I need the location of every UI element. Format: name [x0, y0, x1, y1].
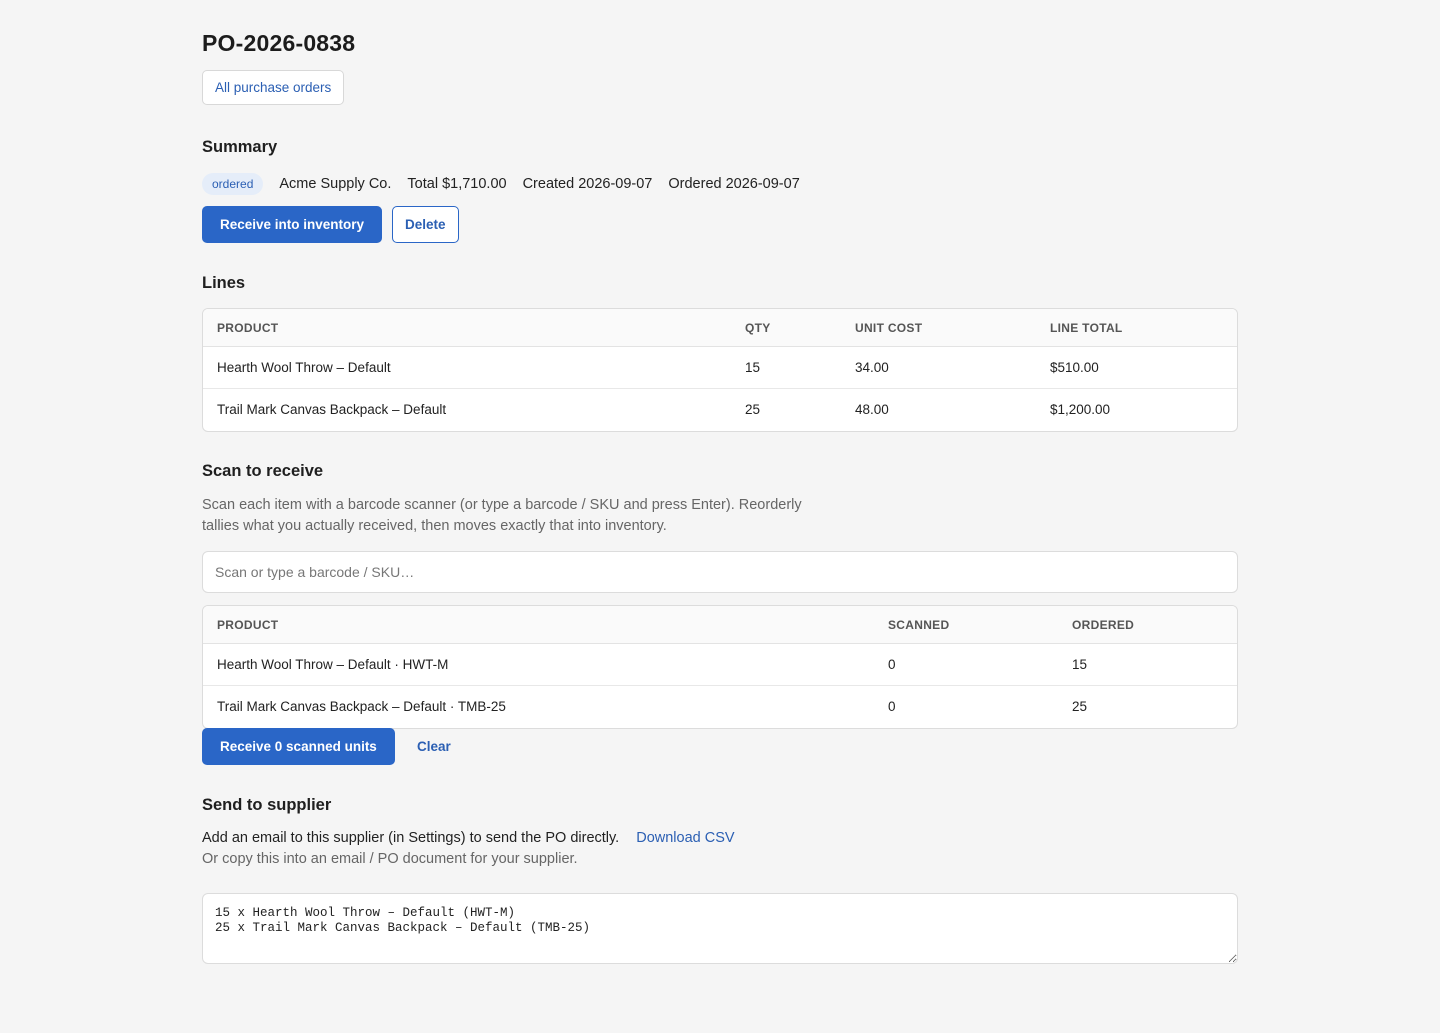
- receive-into-inventory-button[interactable]: Receive into inventory: [202, 206, 383, 243]
- line-product: Hearth Wool Throw – Default: [217, 360, 391, 375]
- barcode-input[interactable]: [202, 551, 1238, 593]
- page-title: PO-2026-0838: [202, 30, 356, 56]
- scan-help-text: Scan each item with a barcode scanner (o…: [202, 497, 802, 534]
- table-header: PRODUCT SCANNED ORDERED: [203, 606, 1237, 644]
- scan-table: PRODUCT SCANNED ORDERED Hearth Wool Thro…: [202, 605, 1238, 729]
- send-to-supplier-heading: Send to supplier: [202, 796, 332, 814]
- summary-heading: Summary: [202, 138, 278, 156]
- scan-product: Hearth Wool Throw – Default · HWT-M: [217, 657, 449, 672]
- table-row: Trail Mark Canvas Backpack – Default 25 …: [203, 389, 1237, 431]
- line-unit-cost: 48.00: [855, 402, 889, 417]
- clear-button[interactable]: Clear: [417, 739, 451, 754]
- lines-table: PRODUCT QTY UNIT COST LINE TOTAL Hearth …: [202, 308, 1238, 432]
- column-header-unit-cost: UNIT COST: [855, 321, 923, 335]
- table-row: Hearth Wool Throw – Default · HWT-M 0 15: [203, 644, 1237, 686]
- scan-product: Trail Mark Canvas Backpack – Default · T…: [217, 699, 506, 714]
- ordered-count: 15: [1072, 657, 1088, 672]
- table-row: Trail Mark Canvas Backpack – Default · T…: [203, 686, 1237, 728]
- delete-button[interactable]: Delete: [392, 206, 459, 243]
- column-header-product: PRODUCT: [217, 618, 279, 632]
- supplier-name: Acme Supply Co.: [279, 176, 392, 192]
- line-qty: 25: [745, 402, 761, 417]
- scan-heading: Scan to receive: [202, 462, 324, 480]
- supplier-copy-note: Or copy this into an email / PO document…: [202, 851, 578, 867]
- table-row: Hearth Wool Throw – Default 15 34.00 $51…: [203, 347, 1237, 389]
- ordered-count: 25: [1072, 699, 1088, 714]
- supplier-email-note: Add an email to this supplier (in Settin…: [202, 830, 620, 846]
- scanned-count: 0: [888, 699, 896, 714]
- lines-heading: Lines: [202, 274, 246, 292]
- created-date: Created 2026-09-07: [522, 176, 653, 192]
- column-header-line-total: LINE TOTAL: [1050, 321, 1123, 335]
- ordered-date: Ordered 2026-09-07: [668, 176, 800, 192]
- scanned-count: 0: [888, 657, 896, 672]
- po-text-area[interactable]: [202, 893, 1238, 964]
- line-unit-cost: 34.00: [855, 360, 889, 375]
- all-purchase-orders-button[interactable]: All purchase orders: [202, 70, 345, 105]
- summary-row: ordered Acme Supply Co. Total $1,710.00 …: [202, 172, 816, 196]
- status-badge: ordered: [202, 173, 264, 195]
- column-header-scanned: SCANNED: [888, 618, 950, 632]
- column-header-qty: QTY: [745, 321, 771, 335]
- line-total: $510.00: [1050, 360, 1099, 375]
- po-total: Total $1,710.00: [407, 176, 507, 192]
- receive-scanned-units-button[interactable]: Receive 0 scanned units: [202, 728, 395, 765]
- line-qty: 15: [745, 360, 761, 375]
- line-product: Trail Mark Canvas Backpack – Default: [217, 402, 447, 417]
- download-csv-link[interactable]: Download CSV: [636, 830, 734, 846]
- line-total: $1,200.00: [1050, 402, 1111, 417]
- table-header: PRODUCT QTY UNIT COST LINE TOTAL: [203, 309, 1237, 347]
- column-header-ordered: ORDERED: [1072, 618, 1135, 632]
- supplier-note-row: Add an email to this supplier (in Settin…: [202, 830, 735, 846]
- column-header-product: PRODUCT: [217, 321, 279, 335]
